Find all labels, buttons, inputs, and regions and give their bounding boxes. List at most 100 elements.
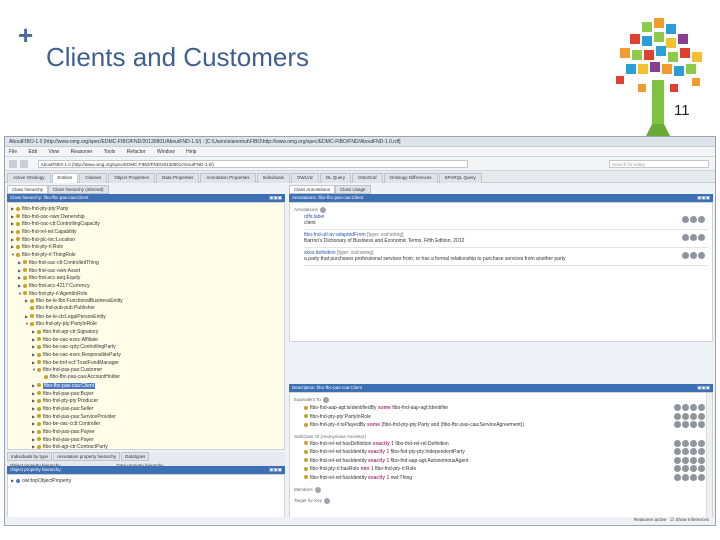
axiom-row[interactable]: fibo-fnd-pty-rl:isPlayedBy some (fibo-fn… [304,421,708,430]
tab-annotation-property-hierarchy[interactable]: Annotation property hierarchy [53,452,121,461]
tab-individuals-by-type[interactable]: Individuals by type [7,452,53,461]
tab-ontograf[interactable]: OntoGraf [352,173,383,183]
tree-item[interactable]: fibo-fnd-pub-pub:Publisher [11,305,281,313]
add-icon[interactable] [322,397,329,403]
explain-icon[interactable] [682,421,689,429]
panel-tools-icon[interactable]: ▣▣▣ [269,195,282,201]
menu-tools[interactable]: Tools [104,149,116,155]
tree-item[interactable]: ▶ fibo-be-le-fbo:FunctionalBusinessEntity [11,297,281,305]
add-icon[interactable] [324,498,331,504]
delete-icon[interactable] [690,421,697,429]
annotate-icon[interactable] [674,404,681,412]
tree-item[interactable]: ▼ fibo-fnd-pty-pty:PartyInRole [11,320,281,328]
edit-icon[interactable] [698,421,705,429]
tab-owlviz[interactable]: OWLViz [290,173,319,183]
tab-individuals[interactable]: Individuals [256,173,290,183]
panel-tools-icon[interactable]: ▣▣▣ [269,467,282,473]
tab-data-properties[interactable]: Data Properties [156,173,200,183]
tab-active-ontology[interactable]: Active Ontology [7,173,51,183]
tab-ontology-differences[interactable]: Ontology Differences [383,173,438,183]
axiom-row[interactable]: fibo-fnd-rel-rel:hasIdentity exactly 1 f… [304,448,708,457]
axiom-row[interactable]: fibo-fnd-rel-rel:hasIdentity exactly 1 f… [304,456,708,466]
annotate-icon[interactable] [674,439,681,447]
delete-icon[interactable] [690,465,697,473]
menu-file[interactable]: File [9,149,17,155]
tree-item[interactable]: ▶ fibo-fbc-pas-caa:Client [11,382,281,390]
menu-refactor[interactable]: Refactor [127,149,146,155]
tree-item[interactable]: ▶ fibo-be-tmf-ocf:TrustFundManager [11,359,281,367]
tree-item[interactable]: ▶ fibo-fnd-agr-ctr:Signatory [11,328,281,336]
menu-edit[interactable]: Edit [28,149,37,155]
tree-item[interactable]: ▶ fibo-fnd-agr-ctr:ContractParty [11,443,281,449]
panel-tools-icon[interactable]: ▣▣▣ [697,385,710,391]
tree-item[interactable]: ▶ fibo-fnd-pas-pas:Seller [11,405,281,413]
annotate-icon[interactable] [674,421,681,429]
tree-item[interactable]: ▶ fibo-be-le-cb:LegalPersonEntity [11,313,281,321]
tab-datatypes[interactable]: Datatypes [121,452,150,461]
annotate-icon[interactable] [682,234,689,241]
add-icon[interactable] [314,487,321,493]
explain-icon[interactable] [682,439,689,447]
tree-item[interactable]: ▶ fibo-fnd-oac-own:Asset [11,267,281,275]
tree-item[interactable]: ▶ fibo-fnd-oac-own:Ownership [11,213,281,221]
axiom-row[interactable]: fibo-fnd-pty-rl:hasRole min 1 fibo-fnd-p… [304,465,708,474]
delete-icon[interactable] [690,448,697,456]
delete-icon[interactable] [690,456,697,464]
delete-icon[interactable] [690,252,697,259]
ontology-address[interactable]: AboutFIBO-1.0 (http://www.omg.org/spec/E… [37,160,468,168]
back-icon[interactable] [9,160,17,168]
explain-icon[interactable] [682,412,689,420]
menu-view[interactable]: View [48,149,59,155]
delete-icon[interactable] [690,439,697,447]
tree-item[interactable]: ▶ fibo-fnd-pas-pas:Payer [11,436,281,444]
tree-item[interactable]: ▶ fibo-be-oac-exec:ResponsibleParty [11,351,281,359]
annotate-icon[interactable] [682,252,689,259]
edit-icon[interactable] [698,234,705,241]
tree-item[interactable]: ▶ fibo-fnd-acc-4217:Currency [11,282,281,290]
tree-item[interactable]: fibo-fbc-pas-caa:AccountHolder [11,374,281,382]
tree-item[interactable]: ▶ fibo-fnd-pty-pty:Party [11,205,281,213]
tree-item[interactable]: ▼ fibo-fnd-pas-pas:Customer [11,366,281,374]
edit-icon[interactable] [698,404,705,412]
tree-item[interactable]: ▶ fibo-fnd-pas-pas:Payee [11,428,281,436]
edit-icon[interactable] [698,252,705,259]
tree-item[interactable]: ▶ fibo-fnd-pas-pas:Buyer [11,390,281,398]
delete-icon[interactable] [690,473,697,481]
tree-item[interactable]: ▶ owl:topObjectProperty [11,477,281,485]
explain-icon[interactable] [682,448,689,456]
menu-reasoner[interactable]: Reasoner [71,149,93,155]
tab-classes[interactable]: Classes [79,173,108,183]
annotate-icon[interactable] [674,412,681,420]
tree-item[interactable]: ▼ fibo-fnd-pty-rl:ThingRole [11,251,281,259]
menu-help[interactable]: Help [186,149,196,155]
edit-icon[interactable] [698,465,705,473]
explain-icon[interactable] [682,456,689,464]
axiom-row[interactable]: fibo-fnd-pty-pty:PartyInRole [304,412,708,422]
tree-item[interactable]: ▶ fibo-fnd-pty-rl:Role [11,243,281,251]
tree-item[interactable]: ▶ fibo-fnd-rel-rel:Capability [11,228,281,236]
tab-sparql-query[interactable]: SPARQL Query [438,173,482,183]
tab-object-properties[interactable]: Object Properties [108,173,156,183]
show-inferences-checkbox[interactable]: ☑ [670,517,674,522]
tab-dl-query[interactable]: DL Query [319,173,352,183]
tab-entities[interactable]: Entities [51,173,79,183]
tree-item[interactable]: ▶ fibo-fnd-pty-pty:Producer [11,397,281,405]
tree-item[interactable]: ▶ fibo-fnd-oac-ctl:ControllingCapacity [11,220,281,228]
annotate-icon[interactable] [674,473,681,481]
explain-icon[interactable] [682,473,689,481]
tree-item[interactable]: ▶ fibo-be-oac-exec:Affiliate [11,336,281,344]
edit-icon[interactable] [698,216,705,223]
tree-item[interactable]: ▶ fibo-fnd-oac-ctl:ControlledThing [11,259,281,267]
tree-item[interactable]: ▶ fibo-fnd-acc-aeq:Equity [11,274,281,282]
edit-icon[interactable] [698,473,705,481]
search-input[interactable]: Search for entity [609,160,709,168]
axiom-row[interactable]: fibo-fnd-rel-rel:hasIdentity exactly 1 o… [304,473,708,483]
annotate-icon[interactable] [674,448,681,456]
tree-item[interactable]: ▶ fibo-be-oac-cpty:ControllingParty [11,343,281,351]
delete-icon[interactable] [690,404,697,412]
tab-class-hierarchy-inferred[interactable]: Class hierarchy (inferred) [48,185,109,194]
tree-item[interactable]: ▶ fibo-fnd-plc-loc:Location [11,236,281,244]
axiom-row[interactable]: fibo-fnd-aap-agt:isIdentifiedBy some fib… [304,404,708,413]
edit-icon[interactable] [698,439,705,447]
tree-item[interactable]: ▶ fibo-be-oac-cctl:Controller [11,420,281,428]
